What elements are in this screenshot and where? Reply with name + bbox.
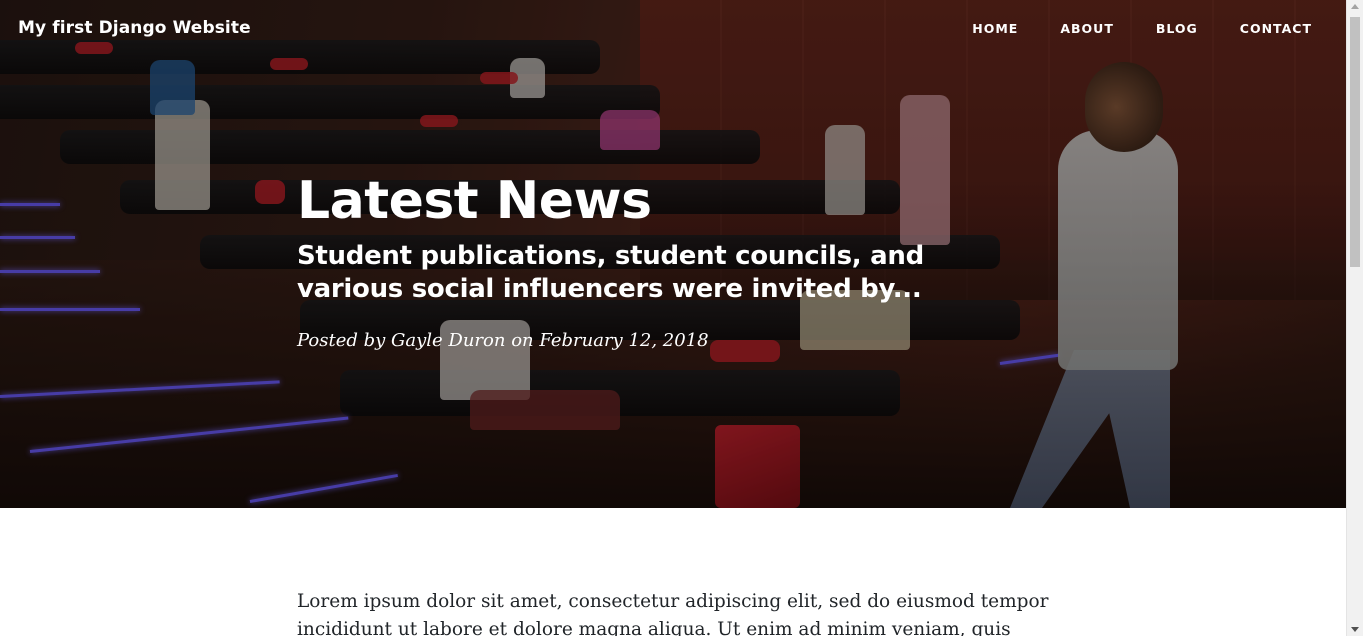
vertical-scrollbar[interactable]: [1346, 0, 1363, 636]
article-body: Lorem ipsum dolor sit amet, consectetur …: [297, 588, 1057, 636]
hero-heading-block: Latest News Student publications, studen…: [297, 168, 1057, 354]
nav-blog-link[interactable]: BLOG: [1156, 21, 1198, 36]
nav-about-link[interactable]: ABOUT: [1060, 21, 1114, 36]
scroll-down-arrow-icon[interactable]: [1351, 627, 1359, 632]
scrollbar-thumb[interactable]: [1350, 17, 1360, 267]
hero-header: My first Django Website HOME ABOUT BLOG …: [0, 0, 1346, 508]
nav-contact-link[interactable]: CONTACT: [1240, 21, 1312, 36]
page: My first Django Website HOME ABOUT BLOG …: [0, 0, 1363, 636]
main-nav: HOME ABOUT BLOG CONTACT: [930, 21, 1312, 36]
page-subtitle: Student publications, student councils, …: [297, 241, 924, 304]
page-title: Latest News: [297, 171, 652, 231]
post-meta: Posted by Gayle Duron on February 12, 20…: [297, 330, 709, 351]
article-paragraph: Lorem ipsum dolor sit amet, consectetur …: [297, 591, 1049, 636]
scroll-up-arrow-icon[interactable]: [1351, 4, 1359, 9]
site-brand-link[interactable]: My first Django Website: [18, 18, 251, 38]
nav-home-link[interactable]: HOME: [972, 21, 1018, 36]
